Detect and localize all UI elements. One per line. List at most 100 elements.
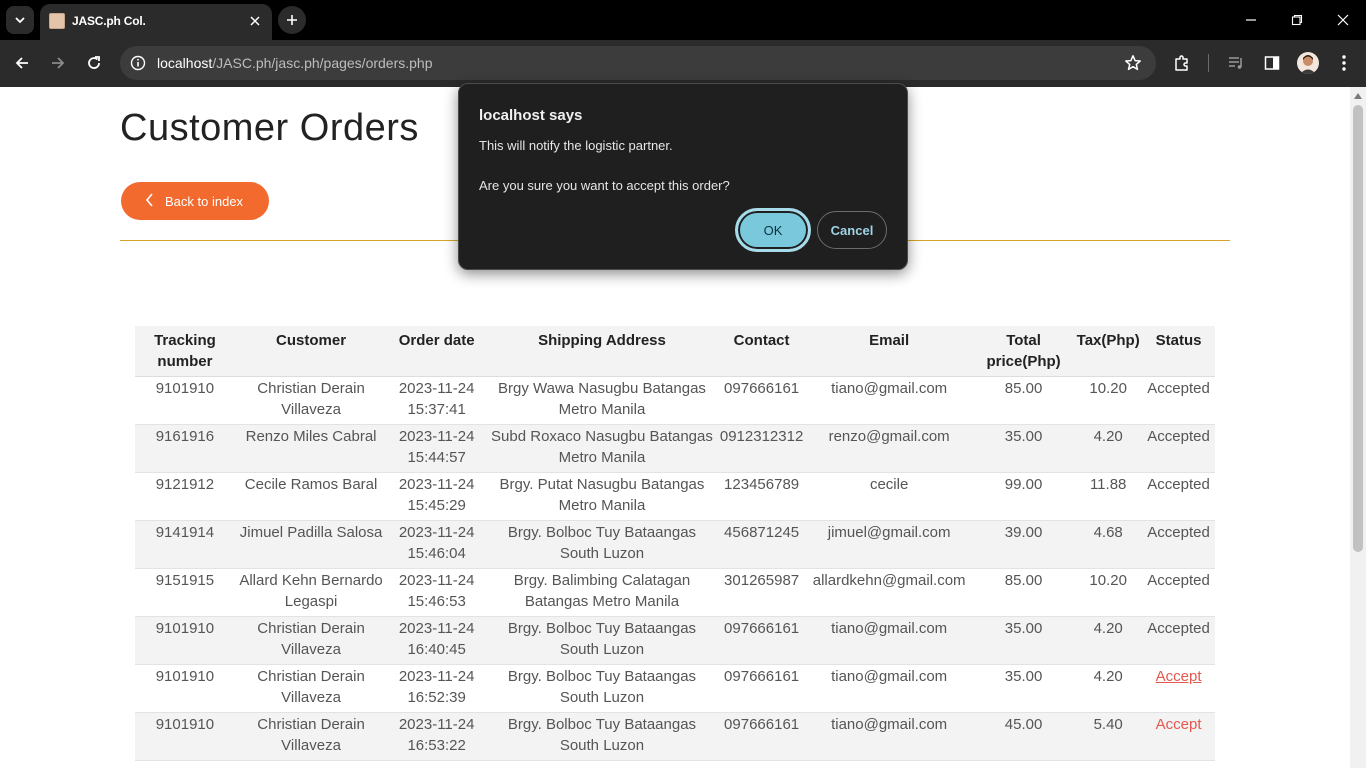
page-scrollbar[interactable]: [1350, 87, 1366, 768]
tax-cell: 4.68: [1074, 520, 1143, 569]
status-cell: Accepted: [1142, 424, 1215, 473]
status-cell: Accepted: [1142, 616, 1215, 665]
back-nav-button[interactable]: [7, 48, 37, 78]
tab-search-button[interactable]: [6, 6, 34, 34]
email-cell: cecile: [805, 472, 973, 521]
url-text: localhost/JASC.ph/jasc.ph/pages/orders.p…: [157, 55, 433, 71]
accept-order-link[interactable]: Accept: [1156, 668, 1202, 685]
side-panel-icon: [1264, 56, 1280, 70]
customer-cell: Allard Kehn Bernardo Legaspi: [234, 568, 388, 617]
avatar-icon: [1300, 55, 1316, 74]
cancel-button[interactable]: Cancel: [817, 211, 887, 249]
total-cell: 39.00: [972, 520, 1075, 569]
new-tab-button[interactable]: [278, 6, 306, 34]
side-panel-button[interactable]: [1258, 49, 1286, 77]
table-header-row: Tracking number Customer Order date Ship…: [135, 326, 1215, 377]
table-row: 9101910 Christian Derain Villaveza 2023-…: [135, 712, 1215, 761]
toolbar-separator: [1208, 54, 1209, 72]
contact-cell: 301265987: [717, 568, 806, 617]
contact-cell: 097666161: [717, 664, 806, 713]
email-cell: tiano@gmail.com: [805, 376, 973, 425]
media-controls-button[interactable]: [1222, 49, 1250, 77]
address-bar[interactable]: localhost/JASC.ph/jasc.ph/pages/orders.p…: [120, 46, 1156, 80]
page-title: Customer Orders: [120, 107, 419, 149]
forward-nav-button[interactable]: [43, 48, 73, 78]
address-cell: Brgy. Balimbing Calatagan Batangas Metro…: [486, 568, 718, 617]
email-cell: tiano@gmail.com: [805, 616, 973, 665]
tax-cell: 10.20: [1074, 568, 1143, 617]
profile-avatar[interactable]: [1297, 52, 1319, 74]
bookmark-button[interactable]: [1122, 52, 1144, 74]
date-cell: 2023-11-24 16:52:39: [387, 664, 487, 713]
scrollbar-thumb[interactable]: [1353, 105, 1363, 552]
tax-cell: 4.20: [1074, 664, 1143, 713]
reload-icon: [88, 56, 100, 69]
favicon-icon: [49, 13, 65, 29]
media-queue-icon: [1229, 57, 1242, 69]
customer-cell: Christian Derain Villaveza: [234, 712, 388, 761]
browser-tab[interactable]: JASC.ph Col.: [40, 4, 272, 40]
email-cell: jimuel@gmail.com: [805, 520, 973, 569]
status-cell: Accepted: [1142, 472, 1215, 521]
close-icon: [1337, 14, 1349, 26]
site-info-button[interactable]: [126, 51, 150, 75]
table-row: 9101910 Christian Derain Villaveza 2023-…: [135, 664, 1215, 713]
status-cell: Accept: [1142, 664, 1215, 713]
contact-cell: 097666161: [717, 376, 806, 425]
contact-cell: 097666161: [717, 712, 806, 761]
column-header: Tracking number: [135, 326, 235, 377]
table-row: 9151915 Allard Kehn Bernardo Legaspi 202…: [135, 568, 1215, 617]
table-row: 9161916 Renzo Miles Cabral 2023-11-24 15…: [135, 424, 1215, 473]
back-to-index-button[interactable]: Back to index: [121, 182, 269, 220]
email-cell: renzo@gmail.com: [805, 424, 973, 473]
column-header: Order date: [387, 326, 487, 377]
total-cell: 35.00: [972, 616, 1075, 665]
extensions-button[interactable]: [1168, 49, 1196, 77]
chevron-down-icon: [15, 17, 25, 24]
tax-cell: 5.40: [1074, 712, 1143, 761]
ok-button[interactable]: OK: [735, 208, 811, 252]
arrow-left-icon: [15, 57, 28, 69]
tracking-cell: 9101910: [135, 664, 235, 713]
customer-cell: Christian Derain Villaveza: [234, 616, 388, 665]
date-cell: 2023-11-24 15:46:53: [387, 568, 487, 617]
email-cell: allardkehn@gmail.com: [805, 568, 973, 617]
tracking-cell: 9101910: [135, 616, 235, 665]
date-cell: 2023-11-24 15:44:57: [387, 424, 487, 473]
date-cell: 2023-11-24 15:46:04: [387, 520, 487, 569]
scroll-up-button[interactable]: [1350, 90, 1366, 102]
column-header: Contact: [717, 326, 806, 377]
url-path: /JASC.ph/jasc.ph/pages/orders.php: [212, 55, 433, 71]
email-cell: tiano@gmail.com: [805, 664, 973, 713]
tracking-cell: 9151915: [135, 568, 235, 617]
customer-cell: Jimuel Padilla Salosa: [234, 520, 388, 569]
browser-menu-button[interactable]: [1330, 49, 1358, 77]
date-cell: 2023-11-24 15:37:41: [387, 376, 487, 425]
total-cell: 99.00: [972, 472, 1075, 521]
status-cell: Accepted: [1142, 568, 1215, 617]
confirm-dialog: localhost says This will notify the logi…: [458, 83, 908, 270]
close-window-button[interactable]: [1320, 0, 1366, 40]
date-cell: 2023-11-24 16:40:45: [387, 616, 487, 665]
column-header: Status: [1142, 326, 1215, 377]
restore-icon: [1291, 14, 1303, 26]
column-header: Tax(Php): [1074, 326, 1143, 377]
tax-cell: 4.20: [1074, 424, 1143, 473]
accept-order-link[interactable]: Accept: [1156, 716, 1202, 733]
address-cell: Brgy. Bolboc Tuy Bataangas South Luzon: [486, 520, 718, 569]
minimize-button[interactable]: [1228, 0, 1274, 40]
info-icon: [130, 55, 146, 71]
triangle-up-icon: [1354, 93, 1362, 99]
tab-close-button[interactable]: [246, 12, 264, 30]
contact-cell: 097666161: [717, 616, 806, 665]
reload-button[interactable]: [79, 48, 109, 78]
tracking-cell: 9121912: [135, 472, 235, 521]
total-cell: 35.00: [972, 664, 1075, 713]
tab-title: JASC.ph Col.: [72, 14, 146, 28]
dialog-message-line2: Are you sure you want to accept this ord…: [479, 178, 730, 193]
contact-cell: 456871245: [717, 520, 806, 569]
total-cell: 35.00: [972, 424, 1075, 473]
restore-button[interactable]: [1274, 0, 1320, 40]
close-icon: [250, 16, 260, 26]
table-row: 9141914 Jimuel Padilla Salosa 2023-11-24…: [135, 520, 1215, 569]
